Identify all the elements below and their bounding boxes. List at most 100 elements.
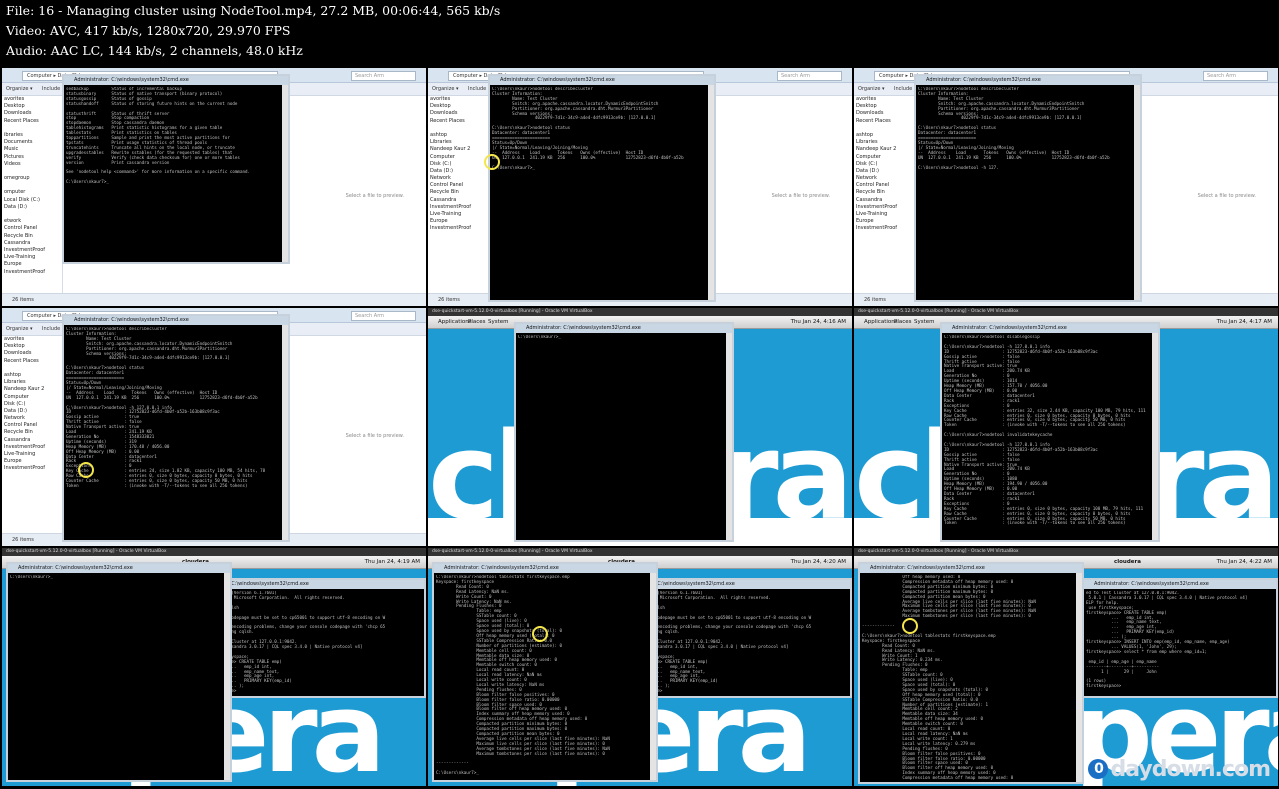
nav-item[interactable]	[428, 125, 488, 132]
nav-item[interactable]: Disk (C:)	[2, 401, 62, 408]
search-input[interactable]: Search Arm	[777, 71, 842, 81]
nav-item[interactable]: Recycle Bin	[2, 429, 62, 436]
scrollbar[interactable]	[1134, 85, 1140, 300]
nav-item[interactable]: Desktop	[2, 103, 62, 110]
nav-item[interactable]: Europe	[428, 218, 488, 225]
nav-item[interactable]: Downloads	[854, 110, 914, 117]
nav-item[interactable]: Nandeep Kaur 2	[428, 146, 488, 153]
scrollbar[interactable]	[1152, 333, 1158, 540]
nav-item[interactable]: Live-Training	[428, 211, 488, 218]
places-menu[interactable]: Places	[894, 319, 912, 325]
nav-item[interactable]	[2, 182, 62, 189]
nav-item[interactable]: Libraries	[428, 139, 488, 146]
nav-item[interactable]: Pictures	[2, 154, 62, 161]
nav-item[interactable]: Cassandra	[2, 240, 62, 247]
cmd-window[interactable]: Administrator: C:\windows\system32\cmd.e…	[6, 562, 232, 782]
nav-item[interactable]: ashtop	[2, 372, 62, 379]
nav-item[interactable]: Desktop	[2, 343, 62, 350]
scrollbar[interactable]	[1076, 573, 1082, 782]
nav-item[interactable]: Downloads	[428, 110, 488, 117]
nav-item[interactable]: avorites	[854, 96, 914, 103]
cmd-window[interactable]: Administrator: C:\windows\system32\cmd.e…	[432, 562, 658, 782]
nav-item[interactable]: omegroup	[2, 175, 62, 182]
cmd-window[interactable]: Administrator: C:\windows\system32\cmd.e…	[62, 314, 290, 542]
nav-item[interactable]: etwork	[2, 218, 62, 225]
system-menu[interactable]: System	[488, 319, 509, 325]
nav-item[interactable]: Computer	[428, 154, 488, 161]
nav-item[interactable]: Downloads	[2, 110, 62, 117]
nav-item[interactable]: Computer	[2, 394, 62, 401]
nav-item[interactable]: InvestmentProof	[2, 444, 62, 451]
nav-item[interactable]: Network	[854, 175, 914, 182]
search-input[interactable]: Search Arm	[351, 311, 416, 321]
nav-item[interactable]: InvestmentProof	[854, 204, 914, 211]
nav-item[interactable]: Recent Places	[2, 358, 62, 365]
cqlsh-window[interactable]: Administrator: C:\windows\system32\cmd.e…	[1082, 578, 1278, 698]
nav-item[interactable]: Libraries	[2, 379, 62, 386]
nav-item[interactable]: Cassandra	[2, 437, 62, 444]
nav-item[interactable]: ashtop	[428, 132, 488, 139]
cmd-window[interactable]: Administrator: C:\windows\system32\cmd.e…	[488, 74, 716, 302]
applications-menu[interactable]: Applications	[864, 319, 898, 325]
nav-item[interactable]: Cassandra	[854, 197, 914, 204]
cmd-window[interactable]: Administrator: C:\windows\system32\cmd.e…	[858, 562, 1084, 784]
nav-item[interactable]: Downloads	[2, 350, 62, 357]
nav-item[interactable]: Control Panel	[854, 182, 914, 189]
nav-item[interactable]: Recycle Bin	[854, 189, 914, 196]
nav-item[interactable]: Network	[2, 415, 62, 422]
scrollbar[interactable]	[708, 85, 714, 300]
nav-item[interactable]: Nandeep Kaur 2	[2, 386, 62, 393]
nav-item[interactable]: Data (D:)	[2, 204, 62, 211]
nav-item[interactable]: Documents	[2, 139, 62, 146]
nav-item[interactable]: Recent Places	[854, 118, 914, 125]
nav-item[interactable]: InvestmentProof	[2, 247, 62, 254]
nav-item[interactable]: InvestmentProof	[2, 465, 62, 472]
nav-item[interactable]: Recent Places	[2, 118, 62, 125]
cmd-window[interactable]: Administrator: C:\windows\system32\cmd.e…	[940, 322, 1160, 542]
scrollbar[interactable]	[282, 325, 288, 540]
nav-item[interactable]: avorites	[428, 96, 488, 103]
scrollbar[interactable]	[282, 85, 288, 262]
scrollbar[interactable]	[726, 333, 732, 540]
nav-item[interactable]: Disk (C:)	[854, 161, 914, 168]
nav-item[interactable]: Europe	[2, 261, 62, 268]
nav-item[interactable]: InvestmentProof	[854, 225, 914, 232]
nav-item[interactable]: Desktop	[854, 103, 914, 110]
nav-item[interactable]: InvestmentProof	[428, 225, 488, 232]
search-input[interactable]: Search Arm	[1203, 71, 1268, 81]
scrollbar[interactable]	[650, 573, 656, 780]
nav-item[interactable]: avorites	[2, 336, 62, 343]
nav-item[interactable]: Recycle Bin	[2, 233, 62, 240]
nav-item[interactable]: Recycle Bin	[428, 189, 488, 196]
nav-item[interactable]	[2, 365, 62, 372]
nav-item[interactable]: Data (D:)	[2, 408, 62, 415]
nav-item[interactable]: Control Panel	[2, 422, 62, 429]
nav-item[interactable]: Cassandra	[428, 197, 488, 204]
nav-item[interactable]: Videos	[2, 161, 62, 168]
organize-button[interactable]: Organize ▾	[6, 86, 33, 92]
nav-item[interactable]: InvestmentProof	[2, 269, 62, 276]
organize-button[interactable]: Organize ▾	[6, 326, 33, 332]
nav-item[interactable]: Nandeep Kaur 2	[854, 146, 914, 153]
nav-item[interactable]: Desktop	[428, 103, 488, 110]
cmd-window[interactable]: Administrator: C:\windows\system32\cmd.e…	[514, 322, 734, 542]
nav-item[interactable]: Europe	[2, 458, 62, 465]
nav-item[interactable]: Music	[2, 146, 62, 153]
nav-item[interactable]: avorites	[2, 96, 62, 103]
nav-item[interactable]	[854, 125, 914, 132]
organize-button[interactable]: Organize ▾	[432, 86, 459, 92]
organize-button[interactable]: Organize ▾	[858, 86, 885, 92]
nav-item[interactable]: Data (D:)	[854, 168, 914, 175]
nav-item[interactable]: Live-Training	[2, 451, 62, 458]
nav-item[interactable]: Live-Training	[2, 254, 62, 261]
nav-item[interactable]: Control Panel	[428, 182, 488, 189]
search-input[interactable]: Search Arm	[351, 71, 416, 81]
nav-item[interactable]: omputer	[2, 189, 62, 196]
nav-item[interactable]	[2, 125, 62, 132]
cmd-window[interactable]: Administrator: C:\windows\system32\cmd.e…	[914, 74, 1142, 302]
nav-item[interactable]	[2, 211, 62, 218]
places-menu[interactable]: Places	[468, 319, 486, 325]
nav-item[interactable]: ibraries	[2, 132, 62, 139]
nav-item[interactable]: Local Disk (C:)	[2, 197, 62, 204]
nav-item[interactable]: Recent Places	[428, 118, 488, 125]
